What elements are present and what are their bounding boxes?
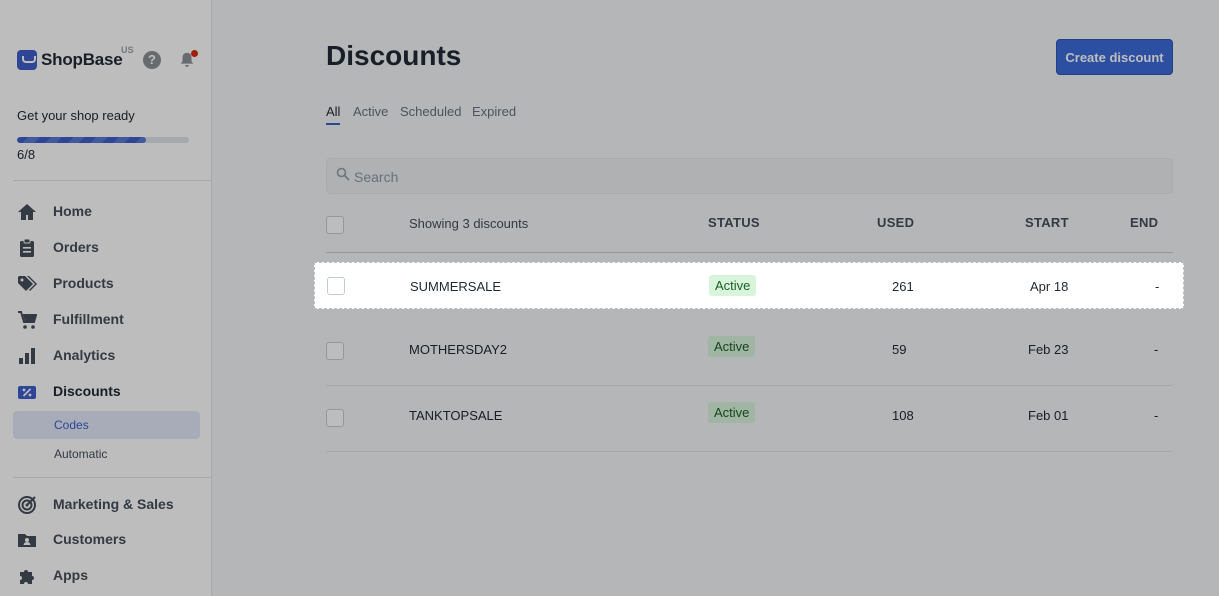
- setup-progress-fill: [17, 137, 146, 143]
- tab-expired[interactable]: Expired: [472, 104, 516, 123]
- search-input[interactable]: [354, 163, 1154, 191]
- discount-icon: [18, 386, 36, 399]
- used-count: 59: [892, 342, 907, 357]
- sidebar-item-label: Fulfillment: [53, 311, 124, 327]
- shopbase-logo-icon[interactable]: [17, 50, 37, 70]
- showing-count: Showing 3 discounts: [409, 216, 529, 231]
- discount-code[interactable]: SUMMERSALE: [410, 279, 501, 294]
- tags-icon: [18, 276, 37, 291]
- start-date: Feb 23: [1028, 342, 1069, 357]
- column-header-status[interactable]: STATUS: [708, 215, 760, 230]
- start-date: Feb 01: [1028, 408, 1069, 423]
- sidebar-subitem-label: Codes: [54, 418, 89, 432]
- start-date: Apr 18: [1030, 279, 1069, 294]
- status-badge: Active: [708, 402, 756, 423]
- discount-code[interactable]: TANKTOPSALE: [409, 408, 502, 423]
- cart-icon: [18, 311, 37, 329]
- sidebar-item-label: Customers: [53, 531, 127, 547]
- sidebar-subitem-automatic[interactable]: Automatic: [13, 440, 200, 468]
- used-count: 261: [892, 279, 914, 294]
- table-header: Showing 3 discounts STATUS USED START EN…: [326, 204, 1173, 253]
- bar-chart-icon: [19, 348, 35, 364]
- notification-dot: [191, 50, 198, 57]
- sidebar-item-fulfillment[interactable]: Fulfillment: [17, 308, 207, 332]
- setup-count: 6/8: [17, 147, 36, 162]
- column-header-used[interactable]: USED: [877, 215, 914, 230]
- status-badge: Active: [708, 336, 756, 357]
- sidebar-item-label: Orders: [53, 239, 99, 255]
- tab-active[interactable]: Active: [353, 104, 388, 123]
- end-date: -: [1154, 408, 1159, 423]
- end-date: -: [1154, 342, 1159, 357]
- sidebar-item-label: Products: [53, 275, 114, 291]
- brand-name[interactable]: ShopBase: [41, 50, 123, 70]
- select-all-checkbox[interactable]: [326, 216, 344, 234]
- sidebar-item-label: Discounts: [53, 383, 121, 399]
- region-badge: US: [121, 45, 134, 55]
- sidebar-item-orders[interactable]: Orders: [17, 236, 207, 260]
- target-icon: [18, 496, 36, 514]
- brand-row: ShopBase US ?: [17, 45, 202, 73]
- customers-folder-icon: [18, 534, 36, 547]
- sidebar-subitem-label: Automatic: [54, 447, 108, 461]
- page-title: Discounts: [326, 40, 462, 71]
- search-icon: [336, 167, 350, 181]
- setup-progress[interactable]: Get your shop ready 6/8: [17, 108, 189, 162]
- discount-code[interactable]: MOTHERSDAY2: [409, 342, 507, 357]
- table-row[interactable]: MOTHERSDAY2 Active 59 Feb 23 -: [326, 320, 1173, 386]
- table-row[interactable]: TANKTOPSALE Active 108 Feb 01 -: [326, 386, 1173, 452]
- sidebar-divider: [13, 180, 211, 181]
- sidebar-item-label: Apps: [53, 567, 88, 583]
- table-row-highlighted[interactable]: SUMMERSALE Active 261 Apr 18 -: [314, 262, 1184, 309]
- puzzle-icon: [20, 570, 34, 584]
- sidebar-item-products[interactable]: Products: [17, 272, 207, 296]
- sidebar-item-marketing[interactable]: Marketing & Sales: [17, 493, 207, 517]
- question-circle-icon[interactable]: ?: [143, 51, 161, 69]
- status-badge: Active: [709, 275, 757, 296]
- column-header-start[interactable]: START: [1025, 215, 1069, 230]
- search-box[interactable]: [326, 158, 1173, 194]
- sidebar-subitem-codes[interactable]: Codes: [13, 411, 200, 439]
- used-count: 108: [892, 408, 914, 423]
- sidebar-item-apps[interactable]: Apps: [17, 564, 207, 588]
- row-checkbox[interactable]: [326, 342, 344, 360]
- sidebar-item-label: Home: [53, 203, 92, 219]
- row-checkbox[interactable]: [327, 277, 345, 295]
- row-checkbox[interactable]: [326, 409, 344, 427]
- column-header-end[interactable]: END: [1130, 215, 1158, 230]
- sidebar-item-discounts[interactable]: Discounts: [17, 380, 207, 404]
- setup-title: Get your shop ready: [17, 108, 135, 123]
- end-date: -: [1155, 279, 1160, 294]
- sidebar-item-home[interactable]: Home: [17, 200, 207, 224]
- setup-progress-bar: [17, 137, 189, 143]
- sidebar-item-analytics[interactable]: Analytics: [17, 344, 207, 368]
- orders-clipboard-icon: [20, 238, 34, 257]
- sidebar-item-label: Marketing & Sales: [53, 496, 174, 512]
- sidebar: ShopBase US ? Get your shop ready 6/8 Ho…: [0, 0, 212, 596]
- sidebar-item-customers[interactable]: Customers: [17, 528, 207, 552]
- create-discount-button[interactable]: Create discount: [1056, 39, 1173, 75]
- sidebar-divider: [13, 477, 211, 478]
- home-icon: [18, 204, 36, 220]
- tab-all[interactable]: All: [326, 104, 341, 125]
- sidebar-item-label: Analytics: [53, 347, 116, 363]
- tab-scheduled[interactable]: Scheduled: [400, 104, 461, 123]
